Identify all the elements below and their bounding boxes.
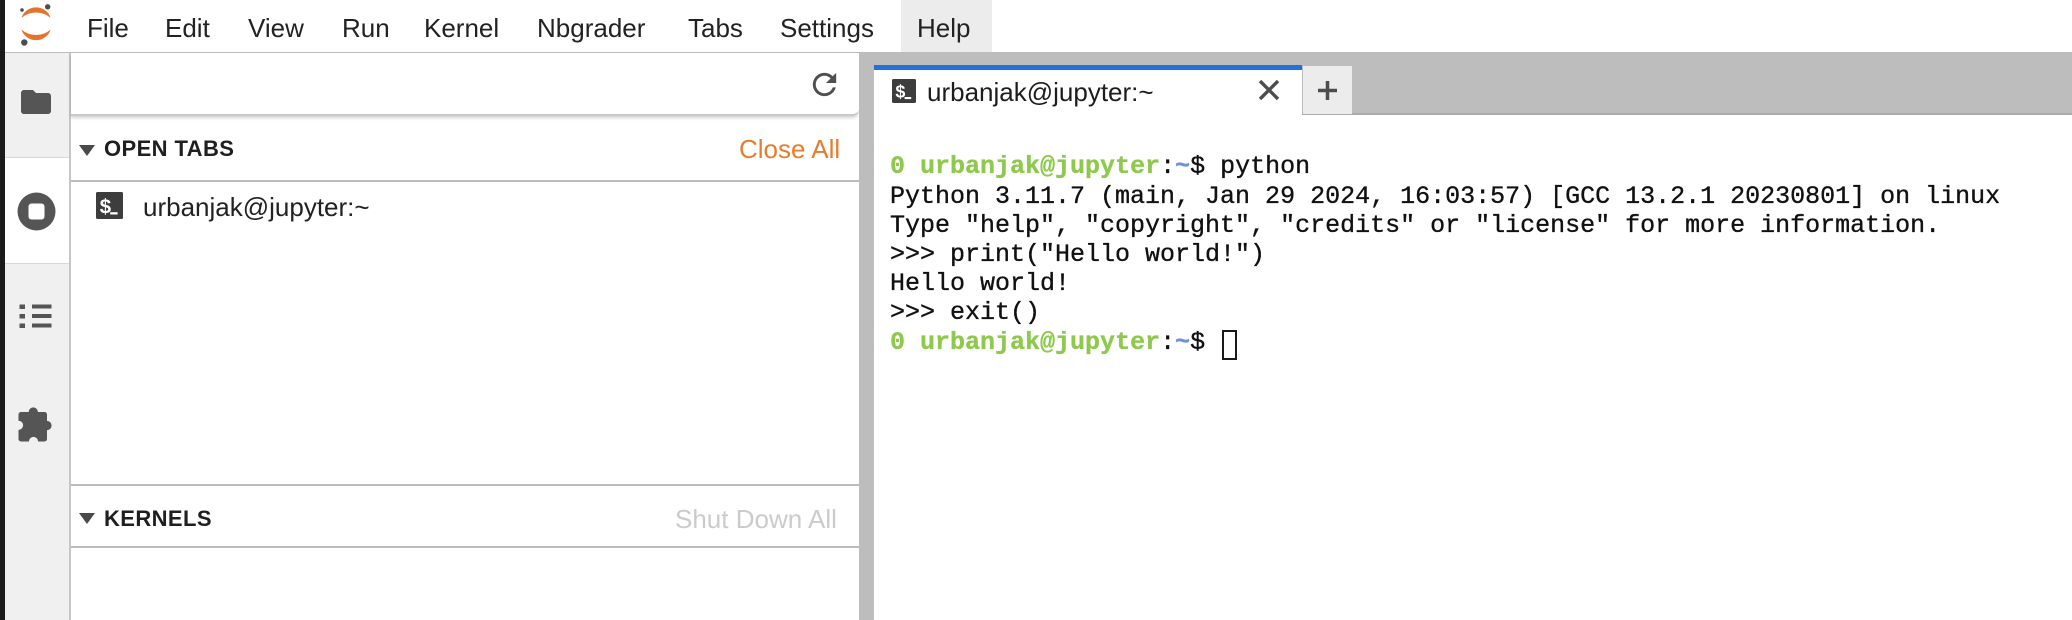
svg-text:$: $ bbox=[895, 84, 906, 103]
svg-text:$: $ bbox=[99, 197, 111, 219]
